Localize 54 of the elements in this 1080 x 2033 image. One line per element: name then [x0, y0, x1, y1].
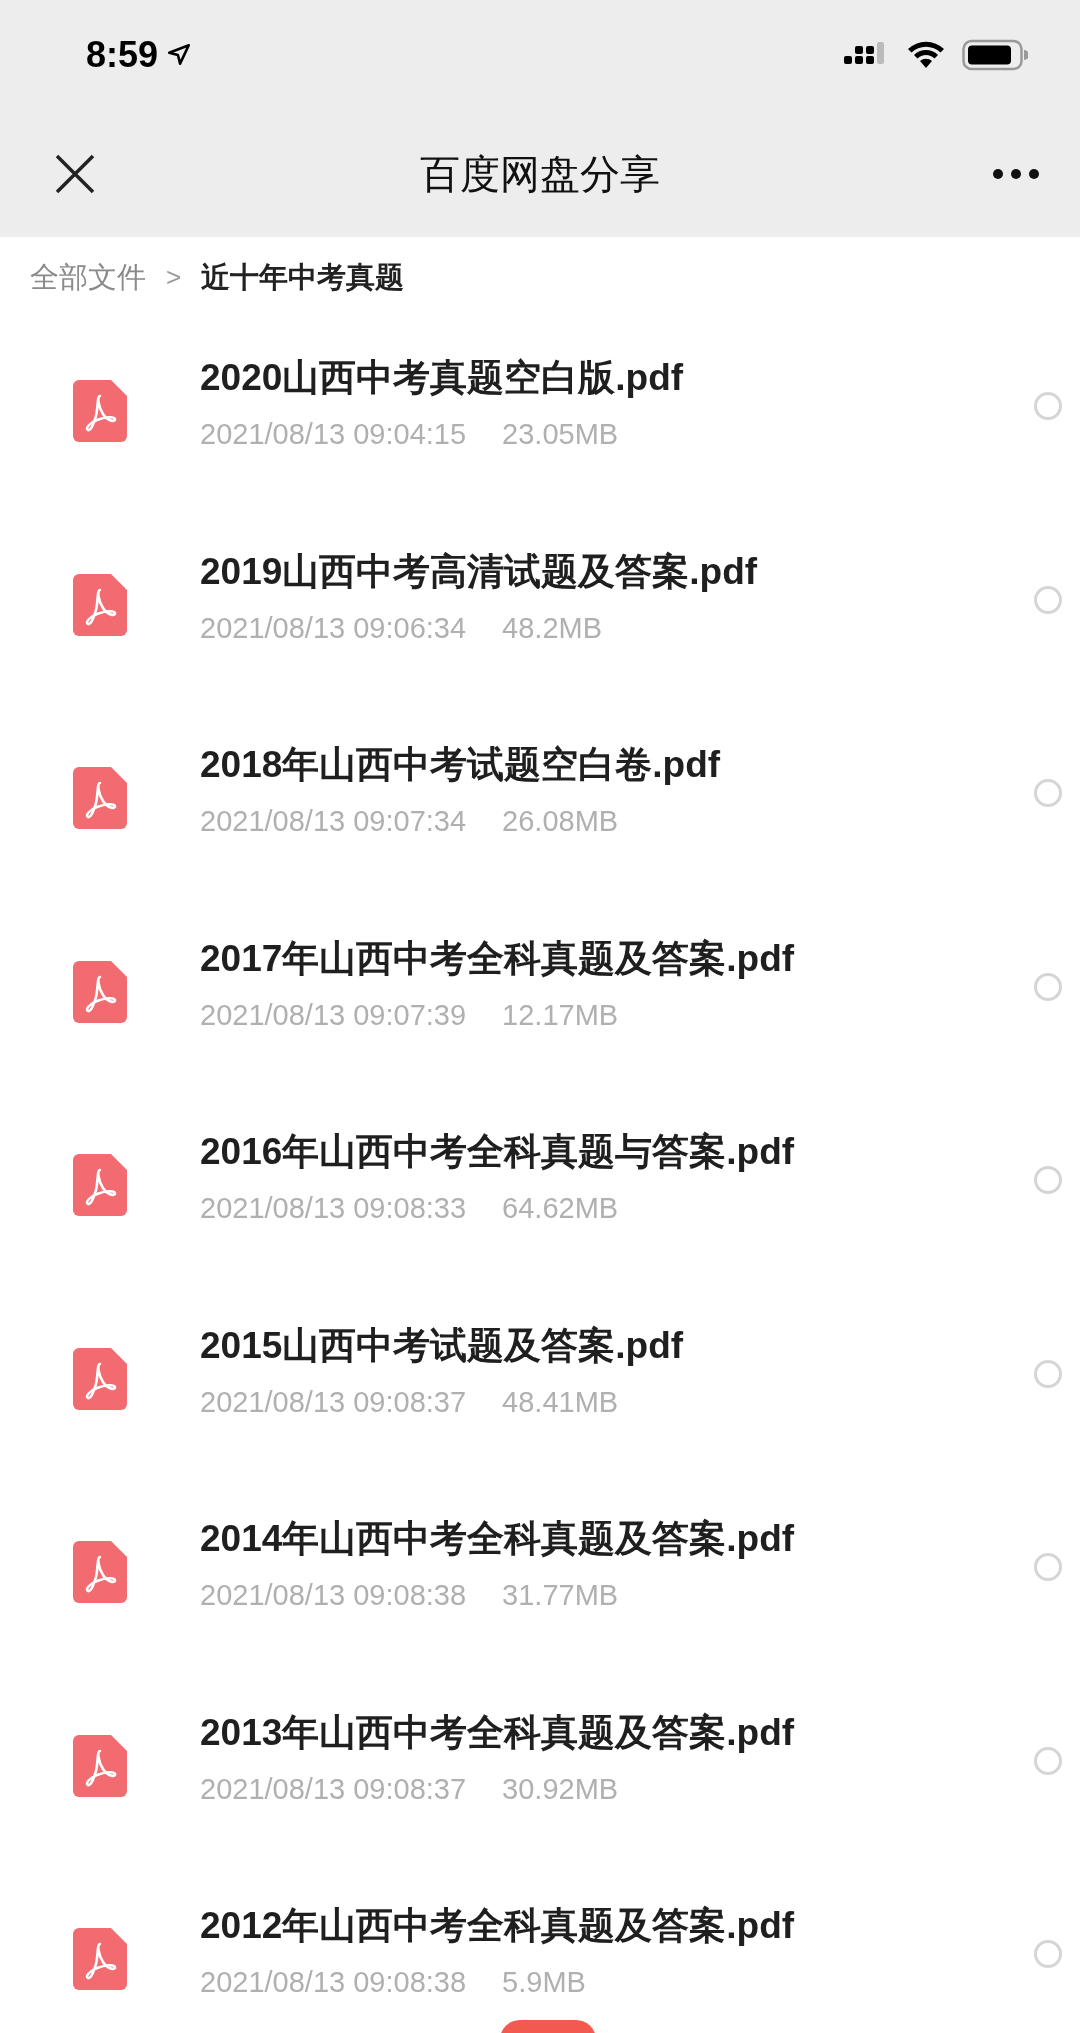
file-size: 30.92MB: [502, 1771, 619, 1807]
file-name[interactable]: 2020山西中考真题空白版.pdf: [200, 354, 1034, 402]
file-size: 26.08MB: [502, 804, 619, 839]
location-arrow-icon: [166, 42, 193, 68]
file-name[interactable]: 2013年山西中考全科真题及答案.pdf: [200, 1708, 1034, 1757]
file-size: 48.2MB: [502, 610, 603, 646]
file-size: 12.17MB: [502, 997, 619, 1033]
file-name[interactable]: 2019山西中考高清试题及答案.pdf: [200, 547, 1034, 596]
file-date: 2021/08/13 09:08:33: [200, 1191, 467, 1226]
select-radio[interactable]: [1034, 392, 1062, 420]
file-name[interactable]: 2018年山西中考试题空白卷.pdf: [200, 741, 1034, 789]
close-icon[interactable]: [54, 152, 96, 195]
file-size: 23.05MB: [502, 417, 619, 452]
breadcrumb-separator: >: [166, 261, 182, 294]
file-size: 5.9MB: [502, 1965, 586, 2000]
select-radio[interactable]: [1034, 1746, 1062, 1775]
pdf-file-icon: [73, 573, 127, 636]
select-radio[interactable]: [1034, 1553, 1062, 1581]
select-radio[interactable]: [1034, 1940, 1062, 1968]
file-date: 2021/08/13 09:07:39: [200, 997, 467, 1033]
file-name[interactable]: 2016年山西中考全科真题与答案.pdf: [200, 1128, 1034, 1176]
select-radio[interactable]: [1034, 972, 1062, 1001]
file-size: 64.62MB: [502, 1191, 619, 1226]
page-title: 百度网盘分享: [420, 150, 660, 198]
clock-time: 8:59: [86, 33, 159, 77]
wifi-icon: [906, 40, 946, 70]
pdf-file-icon: [73, 1154, 127, 1216]
pdf-file-icon: [73, 1541, 127, 1603]
select-radio[interactable]: [1034, 1359, 1062, 1388]
file-date: 2021/08/13 09:08:38: [200, 1578, 467, 1613]
file-date: 2021/08/13 09:08:38: [200, 1965, 467, 2000]
pdf-file-icon: [73, 1347, 127, 1410]
file-size: 31.77MB: [502, 1578, 619, 1613]
pdf-file-icon: [73, 380, 127, 442]
select-radio[interactable]: [1034, 1166, 1062, 1194]
file-name[interactable]: 2015山西中考试题及答案.pdf: [200, 1321, 1034, 1370]
file-name[interactable]: 2012年山西中考全科真题及答案.pdf: [200, 1902, 1034, 1950]
pdf-file-icon: [73, 1928, 127, 1990]
file-date: 2021/08/13 09:08:37: [200, 1384, 467, 1420]
file-name[interactable]: 2014年山西中考全科真题及答案.pdf: [200, 1515, 1034, 1563]
pdf-file-icon: [73, 767, 127, 829]
file-date: 2021/08/13 09:07:34: [200, 804, 467, 839]
file-name[interactable]: 2017年山西中考全科真题及答案.pdf: [200, 934, 1034, 983]
file-date: 2021/08/13 09:08:37: [200, 1771, 467, 1807]
more-icon[interactable]: [992, 167, 1040, 180]
select-radio[interactable]: [1034, 585, 1062, 614]
file-date: 2021/08/13 09:06:34: [200, 610, 467, 646]
file-size: 48.41MB: [502, 1384, 619, 1420]
breadcrumb-item[interactable]: 近十年中考真题: [201, 255, 405, 300]
file-date: 2021/08/13 09:04:15: [200, 417, 467, 452]
pdf-file-icon: [73, 960, 127, 1023]
pdf-file-icon: [73, 1734, 127, 1797]
select-radio[interactable]: [1034, 779, 1062, 807]
battery-icon: [962, 39, 1028, 71]
